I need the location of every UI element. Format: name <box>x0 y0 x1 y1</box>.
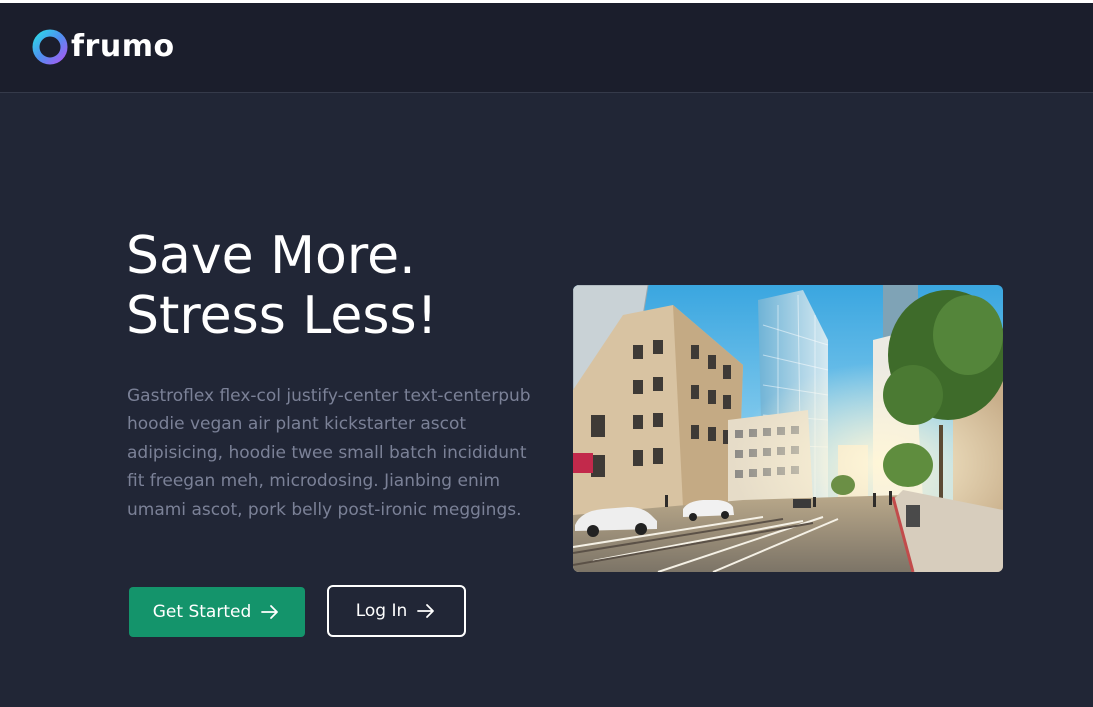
city-street-photo <box>573 285 1003 572</box>
log-in-button[interactable]: Log In <box>327 585 466 637</box>
hero-title: Save More. Stress Less! <box>126 226 556 346</box>
log-in-label: Log In <box>355 601 408 621</box>
arrow-right-icon <box>417 604 435 618</box>
navbar: frumo <box>0 3 1093 93</box>
hero-image <box>573 285 1003 572</box>
hero-title-line-2: Stress Less! <box>126 286 438 346</box>
hero-description: Gastroflex flex-col justify-center text-… <box>127 386 531 520</box>
get-started-label: Get Started <box>152 602 252 622</box>
brand-logo[interactable]: frumo <box>31 28 175 66</box>
hero-title-line-1: Save More. <box>126 226 416 286</box>
brand-name: frumo <box>71 29 175 64</box>
ring-logo-icon <box>32 29 68 65</box>
get-started-button[interactable]: Get Started <box>129 587 305 637</box>
arrow-right-icon <box>261 605 279 619</box>
